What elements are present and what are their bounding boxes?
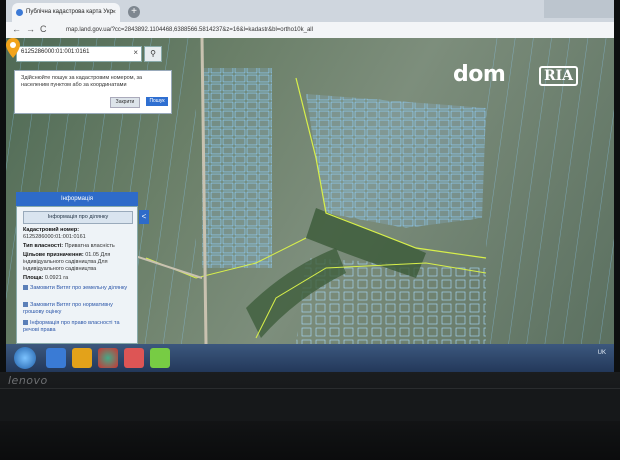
purpose-row: Цільове призначення: 01.05 Для індивідуа…: [23, 252, 133, 273]
tab-title: Публічна кадастрова карта Укр: [26, 9, 113, 15]
tooltip-search-button[interactable]: Пошук: [146, 97, 168, 106]
window-controls[interactable]: [544, 0, 614, 18]
laptop-brand-logo: lenovo: [8, 374, 48, 387]
forward-icon[interactable]: →: [26, 24, 35, 34]
search-value: 6125286000:01:001:0161: [21, 49, 90, 55]
document-icon: [23, 302, 28, 308]
clear-icon[interactable]: ×: [133, 48, 138, 57]
media-player-icon[interactable]: [124, 348, 144, 368]
tooltip-text: Здійснюйте пошук за кадастровим номером,…: [21, 75, 143, 88]
watermark-dom: dom: [453, 62, 506, 87]
taskbar: UK: [6, 344, 614, 372]
folder-icon[interactable]: [72, 348, 92, 368]
language-indicator[interactable]: UK: [598, 350, 606, 356]
url-field[interactable]: map.land.gov.ua/?cc=2843892.1104468,6388…: [66, 24, 466, 36]
back-icon[interactable]: ←: [12, 24, 21, 34]
app-icon[interactable]: [150, 348, 170, 368]
browser-tab[interactable]: Публічна кадастрова карта Укр ×: [12, 3, 120, 22]
address-bar: ← → C map.land.gov.ua/?cc=2843892.110446…: [6, 22, 614, 39]
order-extract-link[interactable]: Замовити Витяг про земельну ділянку: [23, 285, 135, 292]
area-label: Площа:: [23, 275, 44, 281]
screen: Публічна кадастрова карта Укр × + ← → C …: [6, 0, 614, 372]
ownership-rights-link[interactable]: Інформація про право власності та речові…: [23, 320, 135, 334]
garden-parcels: [306, 94, 486, 228]
document-icon: [23, 285, 28, 291]
start-button[interactable]: [14, 347, 36, 369]
cadastral-value: 6125286000:01:001:0161: [23, 234, 86, 240]
cadastral-label: Кадастровий номер:: [23, 227, 80, 233]
info-panel: Інформація про ділянку Кадастровий номер…: [16, 206, 138, 344]
order-normative-link[interactable]: Замовити Витяг про нормативну грошову оц…: [23, 302, 135, 316]
explorer-icon[interactable]: [46, 348, 66, 368]
tab-close-icon[interactable]: ×: [112, 3, 116, 22]
watermark-ria: RIA: [539, 66, 579, 86]
search-icon: ⚲: [150, 49, 156, 58]
info-panel-header[interactable]: Інформація: [16, 192, 138, 206]
map-canvas[interactable]: 6125286000:01:001:0161 × ⚲ Здійснюйте по…: [6, 38, 614, 344]
purpose-label: Цільове призначення:: [23, 252, 84, 258]
location-marker-icon[interactable]: [6, 38, 20, 58]
new-tab-button[interactable]: +: [128, 6, 140, 18]
area-value: 0.0921 га: [44, 275, 69, 281]
domria-watermark: dom RIA: [453, 62, 593, 102]
chrome-icon[interactable]: [98, 348, 118, 368]
tab-bar: Публічна кадастрова карта Укр × +: [6, 0, 614, 22]
ownership-label: Тип власності:: [23, 243, 64, 249]
search-button[interactable]: ⚲: [144, 46, 162, 62]
laptop-hinge: [0, 388, 620, 421]
search-input[interactable]: 6125286000:01:001:0161 ×: [16, 46, 142, 62]
ownership-value: Приватна власність: [64, 243, 115, 249]
reload-icon[interactable]: C: [40, 24, 47, 34]
search-tooltip: Здійснюйте пошук за кадастровим номером,…: [14, 70, 172, 114]
info-panel-subheader: Інформація про ділянку: [23, 211, 133, 224]
area-row: Площа: 0.0921 га: [23, 275, 133, 282]
favicon-icon: [16, 9, 23, 16]
collapse-panel-button[interactable]: <: [139, 210, 149, 224]
ownership-row: Тип власності: Приватна власність: [23, 243, 133, 250]
village-parcels: [202, 68, 272, 268]
info-icon: [23, 320, 28, 326]
tooltip-cancel-button[interactable]: Закрити: [110, 97, 140, 108]
